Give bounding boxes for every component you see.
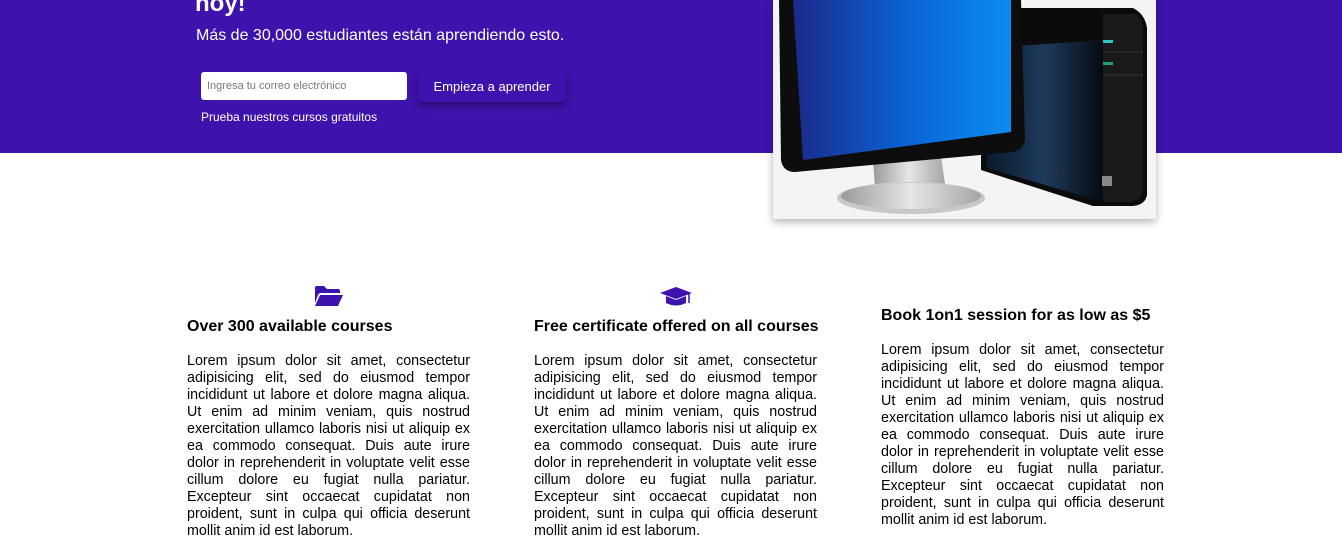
feature-title: Book 1on1 session for as low as $5 [881,307,1151,324]
hero-subtitle: Más de 30,000 estudiantes están aprendie… [196,27,565,44]
email-field[interactable] [201,72,407,100]
hero-title: hoy! [195,0,246,17]
hero-computer-image [773,0,1156,219]
graduation-cap-icon [534,286,817,308]
feature-title: Free certificate offered on all courses [534,318,819,335]
feature-title: Over 300 available courses [187,318,393,335]
feature-description: Lorem ipsum dolor sit amet, consectetur … [881,342,1164,528]
folder-open-icon [187,286,470,308]
feature-description: Lorem ipsum dolor sit amet, consectetur … [534,353,817,539]
start-learning-button[interactable]: Empieza a aprender [418,70,566,102]
feature-description: Lorem ipsum dolor sit amet, consectetur … [187,353,470,539]
desktop-computer-illustration [779,0,1147,214]
free-courses-link[interactable]: Prueba nuestros cursos gratuitos [201,110,377,124]
